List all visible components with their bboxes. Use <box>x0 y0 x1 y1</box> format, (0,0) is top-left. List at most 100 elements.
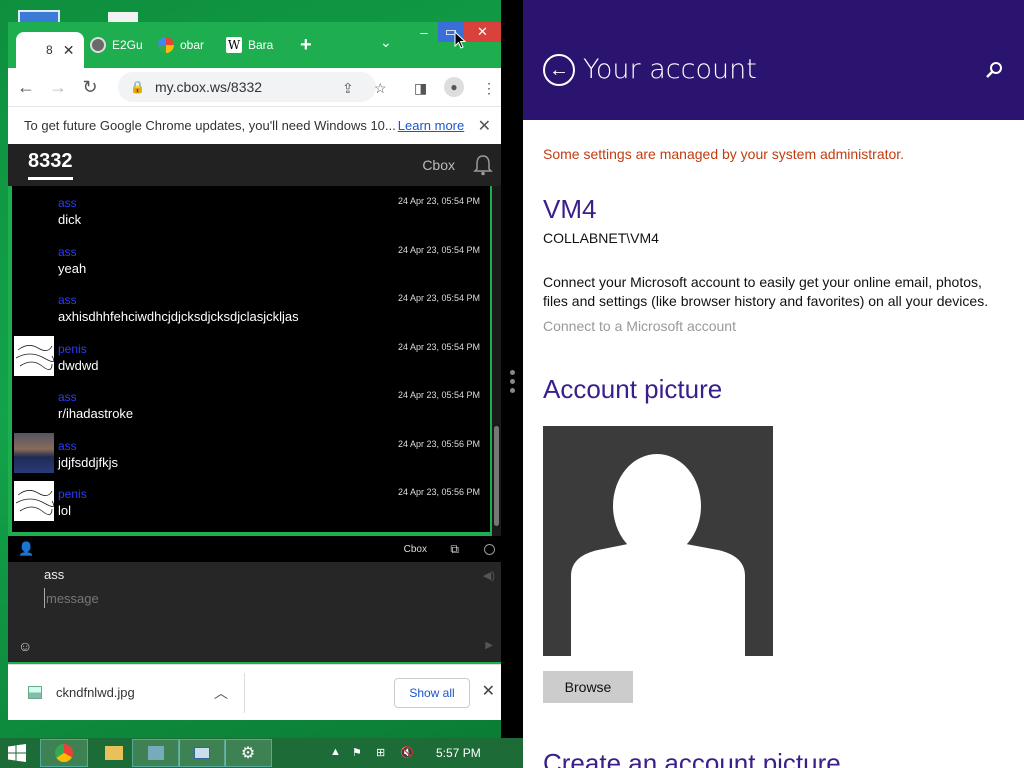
windows-start-icon[interactable] <box>8 744 26 762</box>
tab-google[interactable]: obar <box>158 30 204 60</box>
download-bar: ckndfnlwd.jpg ︿ Show all ✕ <box>8 664 501 720</box>
taskbar-app[interactable] <box>132 739 180 767</box>
cbox-footer: 👤 Cbox ⧉ <box>8 536 501 562</box>
back-arrow-icon[interactable]: ← <box>543 54 575 86</box>
message-timestamp: 24 Apr 23, 05:54 PM <box>397 341 480 352</box>
account-picture <box>543 426 773 656</box>
globe-icon <box>90 37 106 53</box>
taskbar-settings[interactable]: ⚙ <box>224 739 272 767</box>
taskbar-chrome[interactable] <box>40 739 88 767</box>
message-author[interactable]: ass <box>58 390 77 404</box>
avatar[interactable] <box>14 335 54 376</box>
avatar[interactable] <box>14 432 54 473</box>
download-item[interactable]: ckndfnlwd.jpg <box>28 685 135 700</box>
tab-e2gu[interactable]: E2Gu <box>90 30 143 60</box>
message-input[interactable] <box>44 588 444 608</box>
compose-name[interactable]: ass <box>44 567 64 582</box>
tab-label: Bara <box>248 38 274 52</box>
new-tab-button[interactable]: + <box>300 34 312 57</box>
status-circle-icon[interactable] <box>484 543 495 555</box>
download-bar-close-icon[interactable]: ✕ <box>482 681 495 701</box>
message-timestamp: 24 Apr 23, 05:54 PM <box>397 244 480 255</box>
scrollbar[interactable] <box>492 186 501 536</box>
message-text: yeah <box>58 260 87 276</box>
tab-cbox[interactable]: 8 ✕ <box>16 32 84 68</box>
address-bar[interactable]: 🔒 my.cbox.ws/8332 <box>118 72 376 102</box>
message-author[interactable]: penis <box>58 342 87 356</box>
learn-more-link[interactable]: Learn more <box>398 118 464 133</box>
avatar[interactable] <box>14 481 54 521</box>
mouse-cursor <box>454 31 466 49</box>
browse-button[interactable]: Browse <box>543 671 633 703</box>
chat-message: ass r/ihadastroke 24 Apr 23, 05:54 PM <box>12 380 490 429</box>
close-tab-icon[interactable]: ✕ <box>63 42 75 59</box>
send-arrow-icon[interactable]: ▶ <box>485 640 493 651</box>
message-author[interactable]: ass <box>58 245 77 259</box>
search-icon[interactable] <box>984 60 1004 80</box>
profile-icon[interactable]: ● <box>444 77 464 97</box>
user-icon[interactable]: 👤 <box>18 541 34 557</box>
sound-icon[interactable]: ◀) <box>483 569 495 582</box>
forward-button[interactable]: → <box>44 77 72 98</box>
message-text: dwdwd <box>58 357 99 373</box>
back-button[interactable]: ← <box>12 77 40 98</box>
gear-icon: ⚙ <box>240 745 256 762</box>
folder-icon <box>105 746 123 760</box>
volume-muted-icon[interactable]: 🔇 <box>400 746 414 759</box>
message-author[interactable]: ass <box>58 293 77 307</box>
menu-kebab-icon[interactable]: ⋮ <box>482 80 496 97</box>
app-icon <box>148 746 164 760</box>
taskbar-explorer[interactable] <box>90 739 138 767</box>
message-author[interactable]: ass <box>58 439 77 453</box>
browser-toolbar: ← → ↻ 🔒 my.cbox.ws/8332 ⇪ ☆ ◨ ● ⋮ <box>8 68 501 106</box>
message-author[interactable]: ass <box>58 196 77 210</box>
side-panel-icon[interactable]: ◨ <box>414 80 427 97</box>
message-text: jdjfsddjfkjs <box>58 454 118 470</box>
default-user-silhouette-icon <box>571 454 745 656</box>
snap-divider[interactable] <box>501 0 523 738</box>
popout-icon[interactable]: ⧉ <box>450 542 459 557</box>
close-window-button[interactable]: ✕ <box>464 22 501 42</box>
tab-wikipedia[interactable]: W Bara <box>226 30 273 60</box>
show-all-button[interactable]: Show all <box>394 678 470 708</box>
reload-button[interactable]: ↻ <box>76 77 104 98</box>
message-author[interactable]: penis <box>58 487 87 501</box>
tab-search-button[interactable]: ⌄ <box>380 34 392 51</box>
connect-microsoft-account-link[interactable]: Connect to a Microsoft account <box>543 318 736 334</box>
download-filename: ckndfnlwd.jpg <box>56 685 135 700</box>
tab-label: E2Gu <box>112 38 143 52</box>
chevron-up-icon[interactable]: ︿ <box>214 683 228 703</box>
divider <box>244 673 245 713</box>
taskbar: ⚙ ▲ ⚑ ⊞ 🔇 5:57 PM <box>0 738 523 768</box>
bookmark-star-icon[interactable]: ☆ <box>374 80 387 97</box>
infobar-close-icon[interactable]: ✕ <box>478 116 491 136</box>
tray-up-arrow-icon[interactable]: ▲ <box>330 746 341 758</box>
message-list[interactable]: ass dick 24 Apr 23, 05:54 PM ass yeah 24 Apr … <box>12 186 490 532</box>
taskbar-clock[interactable]: 5:57 PM <box>436 746 481 760</box>
page-title: Your account <box>583 54 757 85</box>
message-text: dick <box>58 212 82 227</box>
admin-notice: Some settings are managed by your system… <box>543 146 905 162</box>
snap-divider-grip[interactable] <box>507 370 517 400</box>
message-timestamp: 24 Apr 23, 05:56 PM <box>397 438 480 449</box>
lock-icon[interactable]: 🔒 <box>130 80 145 94</box>
compose-area: ass ◀) ☺ ▶ <box>8 562 501 662</box>
pc-settings-pane: ← Your account Some settings are managed… <box>523 0 1024 768</box>
monitor-icon <box>194 747 210 759</box>
message-text: axhisdhhfehciwdhcjdjcksdjcksdjclasjcklja… <box>58 309 299 324</box>
chat-message: ass yeah 24 Apr 23, 05:54 PM <box>12 235 490 284</box>
wikipedia-icon: W <box>226 37 242 53</box>
network-icon[interactable]: ⊞ <box>376 746 385 759</box>
cbox-footer-brand[interactable]: Cbox <box>404 544 427 555</box>
chat-message: penis lol 24 Apr 23, 05:56 PM <box>12 477 490 526</box>
bell-icon[interactable] <box>473 154 493 176</box>
share-icon[interactable]: ⇪ <box>342 80 354 97</box>
taskbar-remote-desktop[interactable] <box>178 739 226 767</box>
scrollbar-thumb[interactable] <box>494 426 499 526</box>
flag-icon[interactable]: ⚑ <box>352 746 362 759</box>
minimize-button[interactable]: – <box>412 22 436 42</box>
chat-message: ass jdjfsddjfkjs 24 Apr 23, 05:56 PM <box>12 429 490 478</box>
image-file-icon <box>28 686 42 699</box>
cbox-brand[interactable]: Cbox <box>422 157 455 173</box>
emoji-icon[interactable]: ☺ <box>18 638 32 654</box>
